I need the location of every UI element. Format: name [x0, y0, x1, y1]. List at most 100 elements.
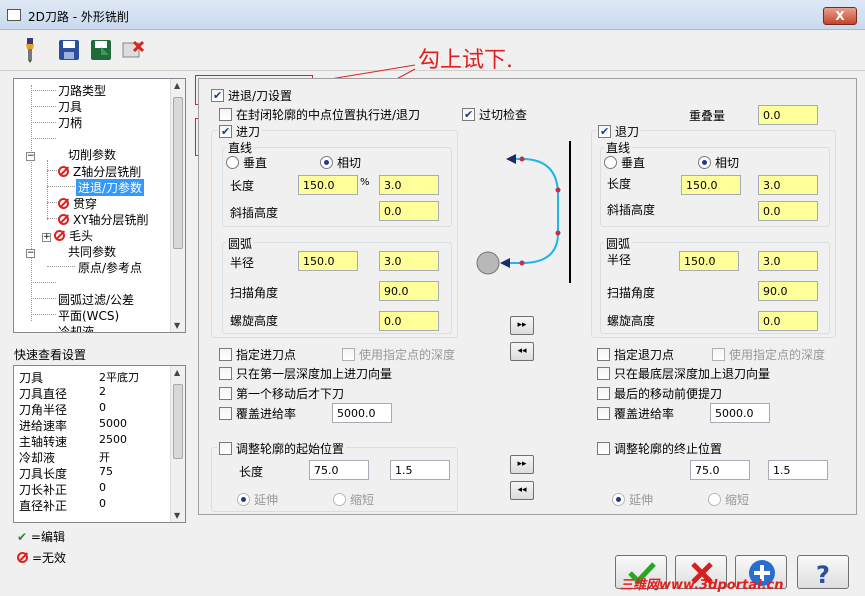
exit-tangent-radio[interactable]: 相切	[698, 154, 739, 171]
checkbox-icon[interactable]	[597, 367, 610, 380]
tree-item-break-through[interactable]: 贯穿	[58, 195, 97, 212]
radio-icon[interactable]	[604, 156, 617, 169]
exit-length-field[interactable]: 3.0	[758, 175, 818, 195]
checkbox-icon[interactable]	[211, 89, 224, 102]
scroll-down-icon[interactable]: ▼	[174, 321, 180, 330]
checkbox-icon[interactable]	[712, 348, 725, 361]
exit-sweep-field[interactable]: 90.0	[758, 281, 818, 301]
copy-adjust-to-entry-button[interactable]: ◂◂	[510, 481, 534, 500]
delete-icon[interactable]	[121, 37, 145, 63]
checkbox-icon[interactable]	[597, 442, 610, 455]
checkbox-icon[interactable]	[219, 387, 232, 400]
exit-point-depth-checkbox[interactable]: 使用指定点的深度	[712, 346, 825, 363]
help-button[interactable]: ?	[797, 555, 849, 589]
exit-ramp-field[interactable]: 0.0	[758, 201, 818, 221]
tree-item-toolpath-type[interactable]: 刀路类型	[58, 82, 106, 99]
entry-override-feed-checkbox[interactable]: 覆盖进给率	[219, 405, 296, 422]
checkbox-icon[interactable]	[219, 348, 232, 361]
scroll-thumb[interactable]	[173, 97, 183, 249]
radio-icon[interactable]	[226, 156, 239, 169]
exit-perpendicular-radio[interactable]: 垂直	[604, 154, 645, 171]
exit-feed-field[interactable]: 5000.0	[710, 403, 770, 423]
collapse-icon[interactable]: −	[26, 152, 35, 161]
exit-radius-field[interactable]: 3.0	[758, 251, 818, 271]
tree-item-home-point[interactable]: 原点/参考点	[78, 259, 142, 276]
overlap-field[interactable]: 0.0	[758, 105, 818, 125]
expand-icon[interactable]: +	[42, 233, 51, 242]
save-icon[interactable]	[57, 37, 81, 63]
adjust-start-checkbox[interactable]: 调整轮廓的起始位置	[217, 440, 347, 457]
exit-retract-checkbox[interactable]: 最后的移动前便提刀	[597, 385, 722, 402]
scroll-up-icon[interactable]: ▲	[174, 81, 180, 90]
adjust-end-checkbox[interactable]: 调整轮廓的终止位置	[597, 440, 722, 457]
checkbox-icon[interactable]	[342, 348, 355, 361]
entry-exit-settings-checkbox[interactable]: 进退/刀设置	[211, 87, 292, 104]
checkbox-icon[interactable]	[597, 387, 610, 400]
exit-helix-field[interactable]: 0.0	[758, 311, 818, 331]
entry-plunge-checkbox[interactable]: 第一个移动后才下刀	[219, 385, 344, 402]
entry-point-checkbox[interactable]: 指定进刀点	[219, 346, 296, 363]
tree-item-holder[interactable]: 刀柄	[58, 114, 82, 131]
copy-to-exit-button[interactable]: ▸▸	[510, 316, 534, 335]
radio-icon[interactable]	[320, 156, 333, 169]
scroll-down-icon[interactable]: ▼	[174, 511, 180, 520]
checkbox-icon[interactable]	[462, 108, 475, 121]
tree-item-cut-params[interactable]: − 切削参数	[26, 146, 116, 163]
exit-last-depth-checkbox[interactable]: 只在最底层深度加上退刀向量	[597, 365, 770, 382]
radio-icon[interactable]	[333, 493, 346, 506]
entry-radius-field[interactable]: 3.0	[379, 251, 439, 271]
checkbox-icon[interactable]	[597, 407, 610, 420]
entry-tangent-radio[interactable]: 相切	[320, 154, 361, 171]
tree-item-common-params[interactable]: − 共同参数	[26, 243, 116, 260]
entry-length-field[interactable]: 3.0	[379, 175, 439, 195]
adjust-start-length-field[interactable]: 75.0	[309, 460, 369, 480]
entry-ramp-field[interactable]: 0.0	[379, 201, 439, 221]
radio-icon[interactable]	[708, 493, 721, 506]
entry-radius-percent-field[interactable]: 150.0	[298, 251, 358, 271]
entry-checkbox[interactable]: 进刀	[217, 123, 263, 140]
entry-point-depth-checkbox[interactable]: 使用指定点的深度	[342, 346, 455, 363]
collapse-icon[interactable]: −	[26, 249, 35, 258]
scroll-thumb[interactable]	[173, 384, 183, 459]
tree-item-coolant[interactable]: 冷却液	[58, 323, 94, 332]
checkbox-icon[interactable]	[219, 367, 232, 380]
save-as-icon[interactable]	[89, 37, 113, 63]
checkbox-icon[interactable]	[598, 125, 611, 138]
radio-icon[interactable]	[237, 493, 250, 506]
checkbox-icon[interactable]	[219, 125, 232, 138]
entry-helix-field[interactable]: 0.0	[379, 311, 439, 331]
quickview-scrollbar[interactable]: ▲ ▼	[170, 366, 185, 522]
copy-adjust-to-exit-button[interactable]: ▸▸	[510, 455, 534, 474]
radio-icon[interactable]	[698, 156, 711, 169]
gouge-check-checkbox[interactable]: 过切检查	[462, 106, 527, 123]
exit-radius-percent-field[interactable]: 150.0	[679, 251, 739, 271]
adjust-end-length-field[interactable]: 75.0	[690, 460, 750, 480]
exit-override-feed-checkbox[interactable]: 覆盖进给率	[597, 405, 674, 422]
scroll-up-icon[interactable]: ▲	[174, 368, 180, 377]
tree-item-tabs[interactable]: + 毛头	[42, 227, 93, 244]
tree-item-tool[interactable]: 刀具	[58, 98, 82, 115]
radio-icon[interactable]	[612, 493, 625, 506]
checkbox-icon[interactable]	[597, 348, 610, 361]
tree-item-z-depth[interactable]: Z轴分层铣削	[58, 163, 141, 180]
exit-checkbox[interactable]: 退刀	[596, 123, 642, 140]
tree-item-entry-exit[interactable]: 进退/刀参数	[76, 179, 145, 196]
adjust-start-abs-field[interactable]: 1.5	[390, 460, 450, 480]
end-shorten-radio[interactable]: 缩短	[708, 491, 749, 508]
copy-to-entry-button[interactable]: ◂◂	[510, 342, 534, 361]
checkbox-icon[interactable]	[219, 442, 232, 455]
start-shorten-radio[interactable]: 缩短	[333, 491, 374, 508]
entry-perpendicular-radio[interactable]: 垂直	[226, 154, 267, 171]
checkbox-icon[interactable]	[219, 407, 232, 420]
entry-feed-field[interactable]: 5000.0	[332, 403, 392, 423]
tree-item-arc-filter[interactable]: 圆弧过滤/公差	[58, 291, 134, 308]
tree-item-plane[interactable]: 平面(WCS)	[58, 307, 119, 324]
entry-length-percent-field[interactable]: 150.0	[298, 175, 358, 195]
entry-first-depth-checkbox[interactable]: 只在第一层深度加上进刀向量	[219, 365, 392, 382]
exit-point-checkbox[interactable]: 指定退刀点	[597, 346, 674, 363]
midpoint-entry-checkbox[interactable]: 在封闭轮廓的中点位置执行进/退刀	[219, 106, 420, 123]
close-button[interactable]: X	[823, 7, 857, 25]
entry-sweep-field[interactable]: 90.0	[379, 281, 439, 301]
start-extend-radio[interactable]: 延伸	[237, 491, 278, 508]
end-extend-radio[interactable]: 延伸	[612, 491, 653, 508]
